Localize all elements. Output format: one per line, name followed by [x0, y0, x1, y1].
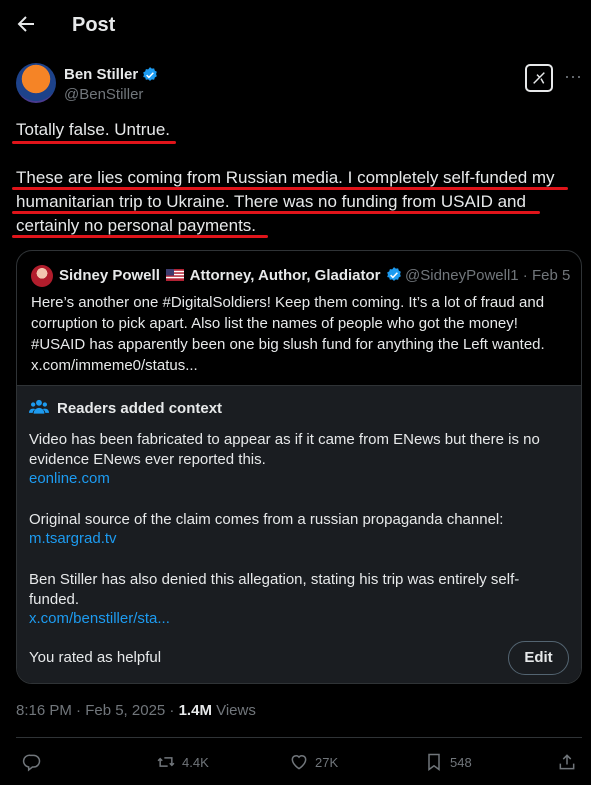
context-paragraph: Ben Stiller has also denied this allegat…: [29, 571, 520, 608]
views-count: 1.4M: [178, 702, 212, 719]
quote-author-title: Attorney, Author, Gladiator: [189, 267, 381, 284]
repost-icon: [157, 757, 175, 767]
quote-text-line: corruption to pick apart. Also list the …: [31, 315, 518, 332]
rating-status: You rated as helpful: [29, 649, 162, 666]
context-link[interactable]: m.tsargrad.tv: [29, 530, 117, 547]
bookmark-count: 548: [450, 754, 472, 770]
views-label: Views: [211, 702, 256, 719]
quote-text-line: Here’s another one #DigitalSoldiers! Kee…: [31, 294, 545, 311]
context-paragraph: Video has been fabricated to appear as i…: [29, 431, 540, 468]
verified-badge-icon: [143, 67, 157, 81]
quote-author[interactable]: Sidney Powell Attorney, Author, Gladiato…: [59, 267, 381, 284]
underline-mark: [12, 141, 176, 144]
community-notes: Readers added context Video has been fab…: [17, 385, 581, 683]
repost-button[interactable]: 4.4K: [156, 750, 209, 774]
underline-mark: [12, 235, 268, 238]
quote-author-name: Sidney Powell: [59, 267, 160, 284]
share-icon: [559, 754, 575, 770]
verified-badge-icon: [387, 267, 401, 281]
share-button[interactable]: [557, 750, 577, 774]
bookmark-icon: [428, 753, 440, 771]
post-meta: 8:16 PM · Feb 5, 2025 · 1.4M Views: [16, 702, 256, 719]
quote-text: Here’s another one #DigitalSoldiers! Kee…: [31, 292, 571, 376]
context-paragraph: Original source of the claim comes from …: [29, 511, 504, 528]
page-title: Post: [72, 14, 116, 36]
author-handle[interactable]: @BenStiller: [64, 86, 143, 103]
header: Post: [0, 0, 591, 52]
like-button[interactable]: 27K: [289, 750, 338, 774]
like-count: 27K: [315, 754, 339, 770]
reply-icon: [22, 754, 41, 772]
edit-rating-button[interactable]: Edit: [508, 641, 569, 675]
context-title: Readers added context: [57, 400, 223, 417]
divider: [16, 737, 582, 738]
heart-icon: [291, 755, 307, 770]
context-link[interactable]: x.com/benstiller/sta...: [29, 610, 170, 627]
context-link[interactable]: eonline.com: [29, 470, 110, 487]
people-icon: [29, 399, 49, 414]
avatar[interactable]: [16, 63, 56, 103]
quote-handle: @SidneyPowell1 · Feb 5: [405, 267, 571, 284]
quote-link[interactable]: x.com/immeme0/status...: [31, 355, 571, 376]
us-flag-icon: [166, 269, 185, 281]
quote-avatar[interactable]: [31, 265, 53, 287]
reply-button[interactable]: [22, 750, 42, 774]
post-text-line: Totally false. Untrue.: [16, 120, 171, 139]
post-timestamp[interactable]: 8:16 PM · Feb 5, 2025 ·: [16, 702, 179, 719]
quote-text-line: #USAID has apparently been one big slush…: [31, 336, 545, 353]
quoted-post[interactable]: Sidney Powell Attorney, Author, Gladiato…: [16, 250, 582, 684]
bookmark-button[interactable]: 548: [424, 750, 472, 774]
author-name[interactable]: Ben Stiller: [64, 66, 138, 83]
repost-count: 4.4K: [182, 754, 209, 770]
grok-icon[interactable]: [525, 64, 553, 92]
back-arrow-icon[interactable]: [14, 12, 42, 40]
more-options-icon[interactable]: ···: [563, 66, 583, 86]
